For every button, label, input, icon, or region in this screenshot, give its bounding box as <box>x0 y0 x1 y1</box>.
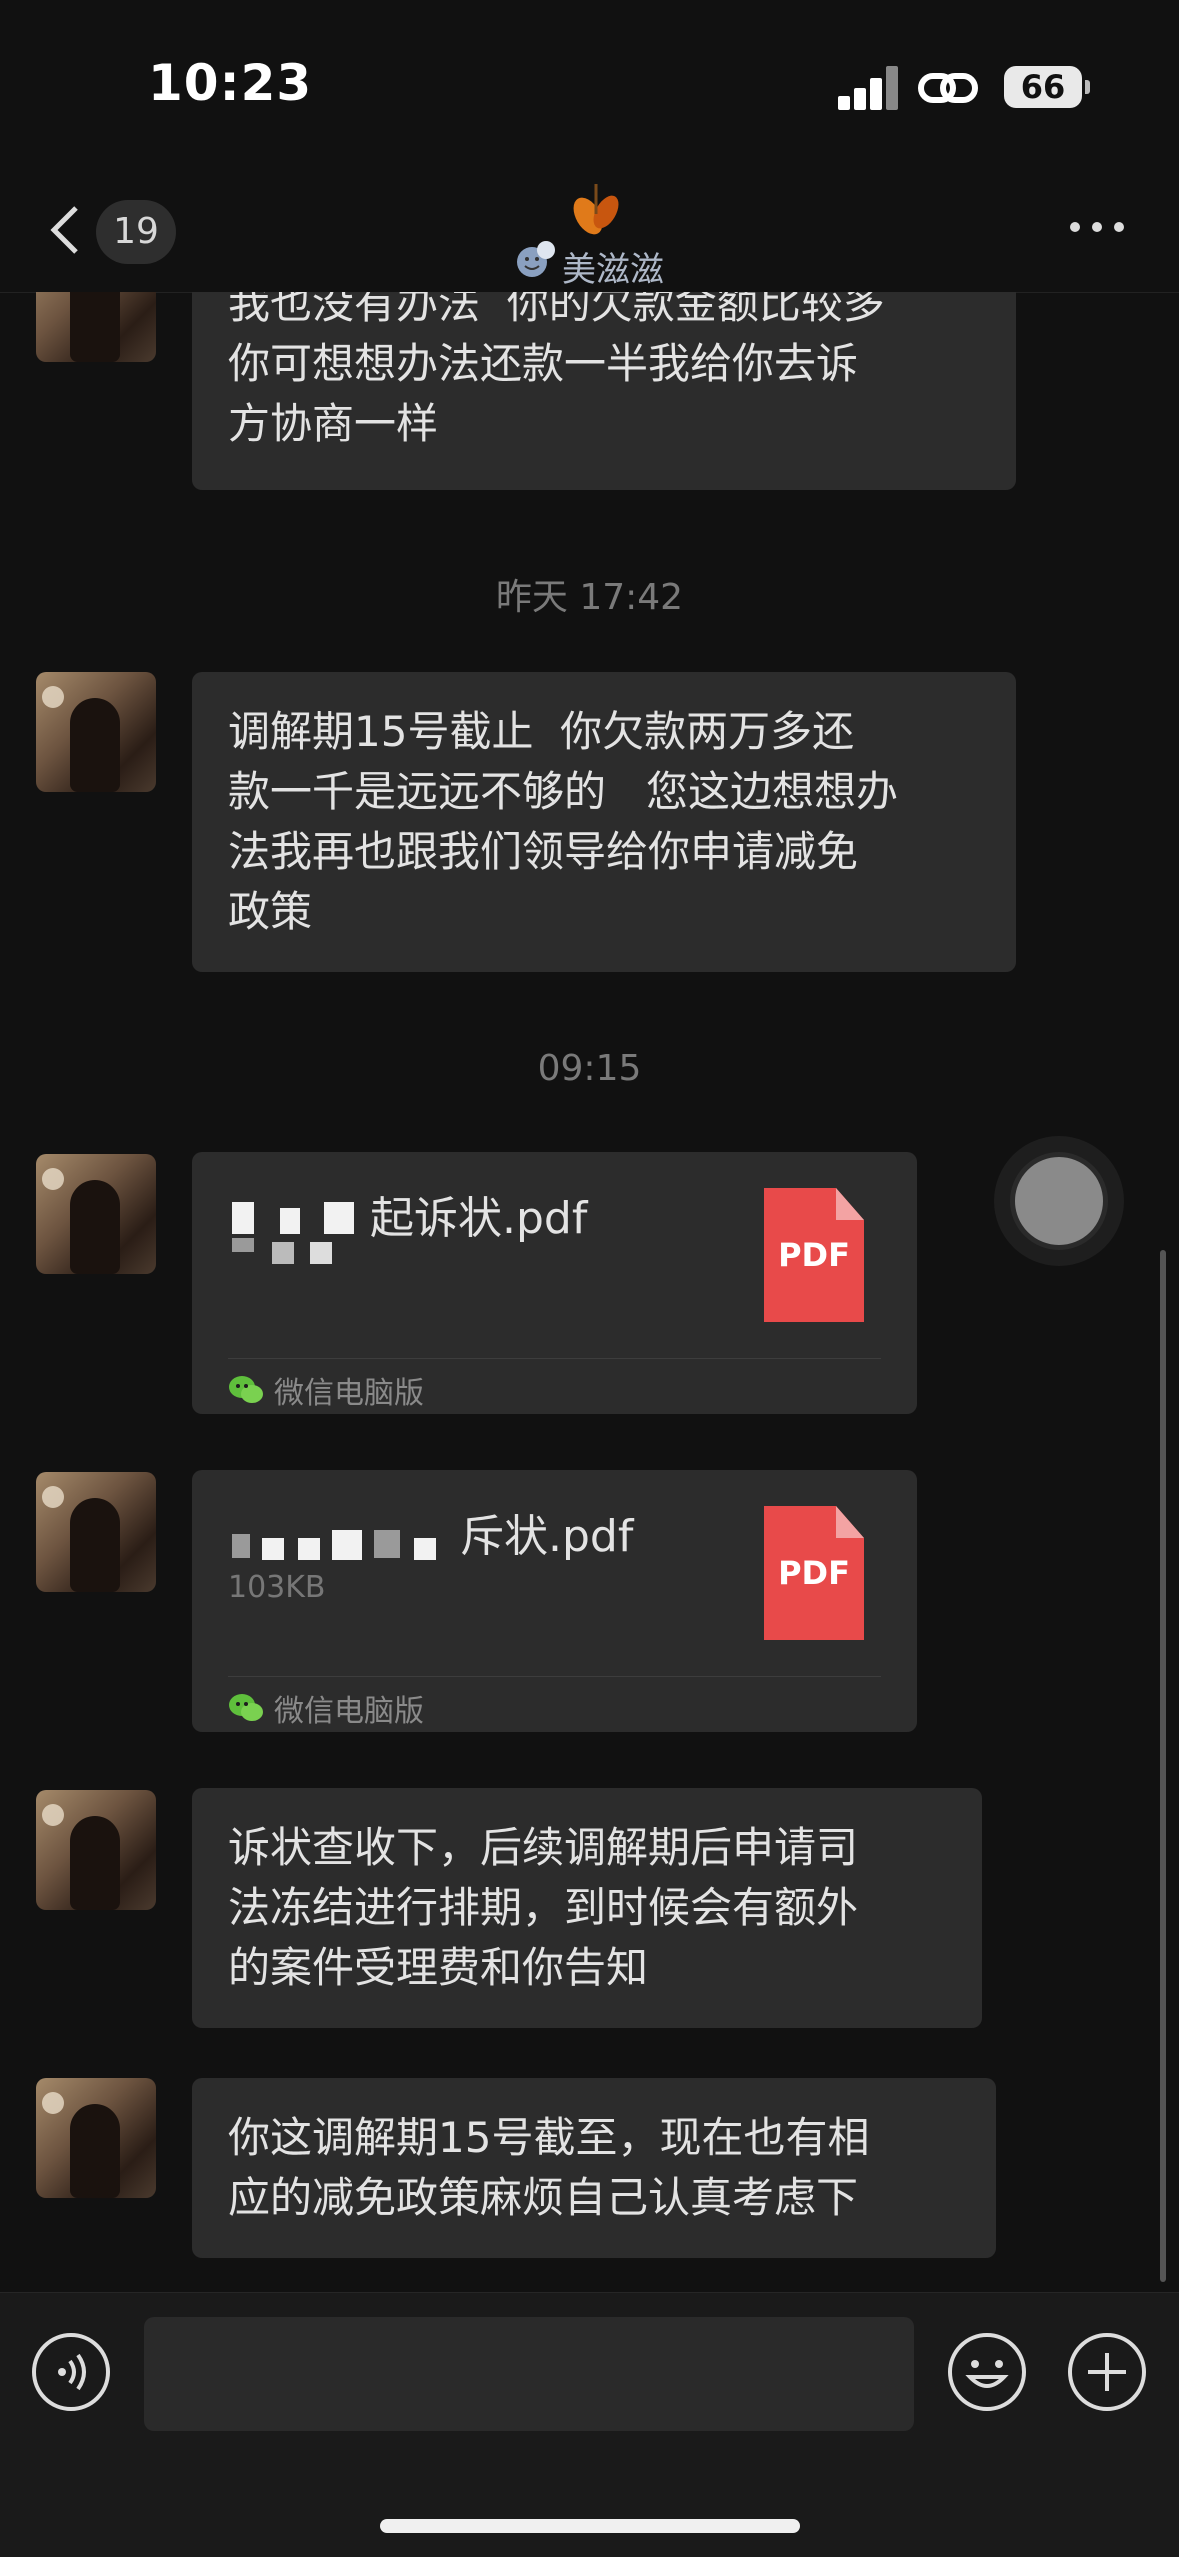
chat-title: 美滋滋 <box>562 250 664 290</box>
battery-indicator: 66 <box>1004 66 1090 108</box>
redacted-filename <box>232 1202 362 1282</box>
pdf-fold <box>836 1506 864 1538</box>
message-bubble[interactable]: 调解期15号截止 你欠款两万多还 款一千是远远不够的 您这边想想办 法我再也跟我… <box>192 672 1016 972</box>
unread-count-badge[interactable]: 19 <box>96 200 176 264</box>
link-icon <box>918 73 978 103</box>
leaf-decoration-icon <box>573 184 619 235</box>
floating-assist-button[interactable] <box>994 1136 1124 1266</box>
contact-avatar[interactable] <box>36 1472 156 1592</box>
message-input[interactable] <box>144 2317 914 2431</box>
message-bubble[interactable]: 诉状查收下，后续调解期后申请司 法冻结进行排期，到时候会有额外 的案件受理费和你… <box>192 1788 982 2028</box>
contact-avatar[interactable] <box>36 1790 156 1910</box>
file-message-card[interactable]: 起诉状.pdf PDF 微信电脑版 <box>192 1152 917 1414</box>
message-bubble[interactable]: 你这调解期15号截至，现在也有相 应的减免政策麻烦自己认真考虑下 <box>192 2078 996 2258</box>
contact-avatar[interactable] <box>36 1154 156 1274</box>
status-bar: 10:23 66 <box>0 0 1179 170</box>
file-name: 斥状.pdf <box>460 1511 634 1562</box>
contact-avatar[interactable] <box>36 292 156 362</box>
signal-icon <box>838 66 900 110</box>
divider <box>228 1676 881 1677</box>
plus-icon[interactable] <box>1066 2331 1148 2413</box>
chat-title-area[interactable]: 美滋滋 <box>500 178 700 290</box>
file-name: 起诉状.pdf <box>370 1193 588 1244</box>
wechat-icon <box>229 1376 263 1403</box>
divider <box>228 1358 881 1359</box>
contact-avatar[interactable] <box>36 672 156 792</box>
input-bar <box>0 2292 1179 2557</box>
smile-emoji-icon <box>517 241 555 277</box>
message-timestamp: 昨天 17:42 <box>495 577 684 618</box>
message-bubble[interactable]: 我也没有办法 你的欠款金额比较多 你可想想办法还款一半我给你去诉 方协商一样 <box>192 292 1016 490</box>
emoji-icon[interactable] <box>946 2331 1028 2413</box>
message-timestamp: 09:15 <box>537 1048 642 1089</box>
file-message-card[interactable]: 斥状.pdf 103KB PDF 微信电脑版 <box>192 1470 917 1732</box>
contact-avatar[interactable] <box>36 2078 156 2198</box>
back-icon[interactable] <box>44 200 84 260</box>
file-source-label: 微信电脑版 <box>274 1694 424 1729</box>
voice-icon[interactable] <box>30 2331 112 2413</box>
message-list[interactable]: 我也没有办法 你的欠款金额比较多 你可想想办法还款一半我给你去诉 方协商一样 昨… <box>0 292 1179 2292</box>
chat-header: 19 美滋滋 <box>0 170 1179 293</box>
home-indicator[interactable] <box>380 2519 800 2533</box>
file-size: 103KB <box>228 1570 326 1605</box>
pdf-fold <box>836 1188 864 1220</box>
wechat-icon <box>229 1694 263 1721</box>
status-time: 10:23 <box>148 54 313 112</box>
scrollbar[interactable] <box>1160 1250 1166 2282</box>
more-options-icon[interactable] <box>1070 222 1126 242</box>
file-source-label: 微信电脑版 <box>274 1376 424 1411</box>
